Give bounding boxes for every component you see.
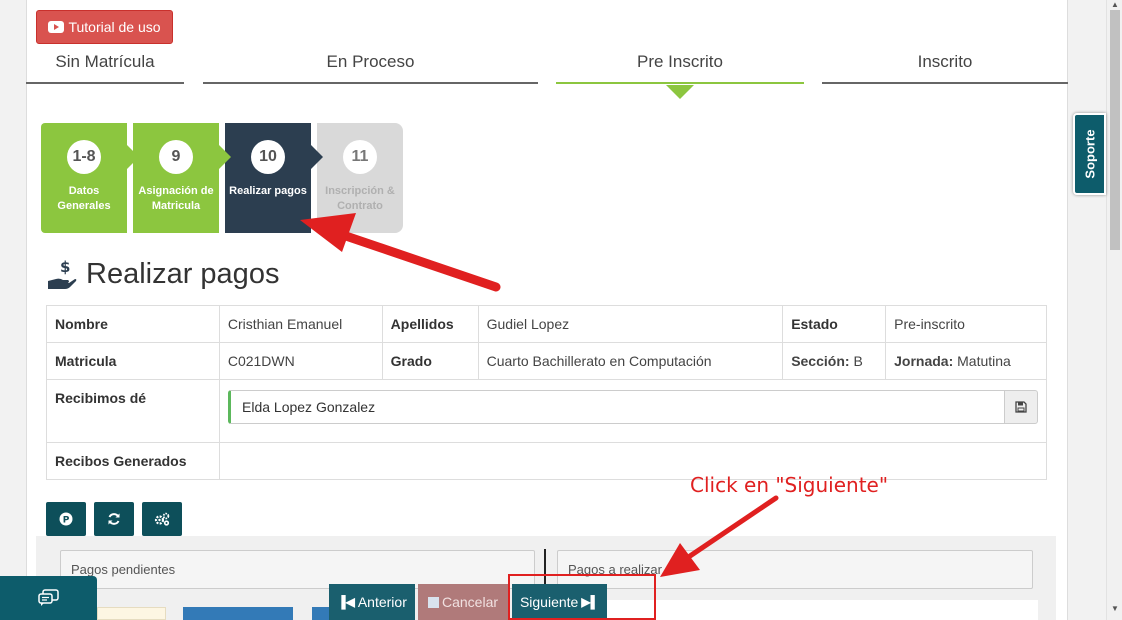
annotation-arrows bbox=[300, 213, 779, 577]
annotation-arrow-siguiente bbox=[660, 495, 779, 577]
annotation-arrow-steps bbox=[300, 213, 501, 292]
step-notch bbox=[219, 145, 231, 169]
page: ▲ ▼ Tutorial de uso Sin Matrícula En Pro… bbox=[0, 0, 1122, 620]
step-notch bbox=[311, 145, 323, 169]
step-notch bbox=[127, 145, 139, 169]
